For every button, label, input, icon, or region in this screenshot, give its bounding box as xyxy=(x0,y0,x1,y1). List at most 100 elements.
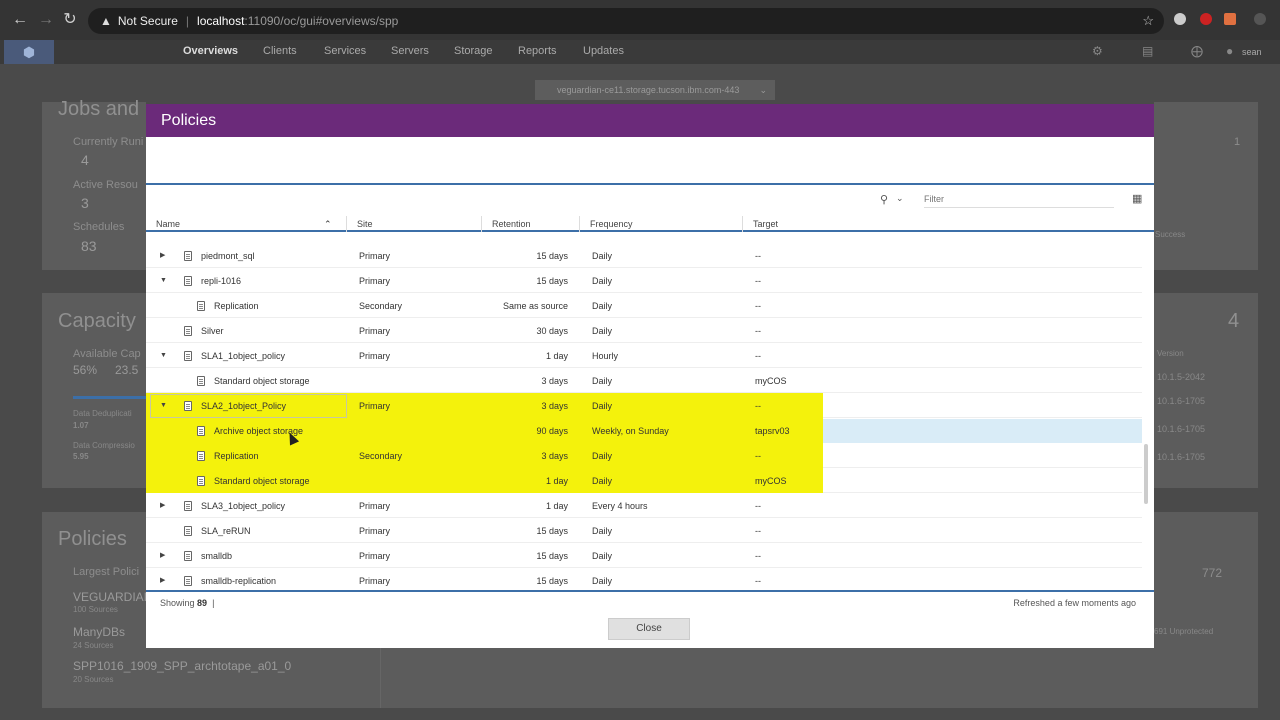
nav-updates[interactable]: Updates xyxy=(583,45,624,57)
available-value: 23.5 xyxy=(115,363,139,377)
extension-icon[interactable] xyxy=(1224,13,1236,25)
table-row[interactable]: ▶ smalldb-replication Primary 15 days Daily -… xyxy=(146,569,1142,590)
expand-icon[interactable]: ▶ xyxy=(160,569,165,590)
filter-input[interactable] xyxy=(924,190,1114,208)
nav-storage[interactable]: Storage xyxy=(454,45,493,57)
cell-retention: 15 days xyxy=(536,276,568,286)
policy-sources: 20 Sources xyxy=(73,675,114,684)
server-select[interactable]: veguardian-ce11.storage.tucson.ibm.com-4… xyxy=(535,80,775,100)
expand-icon[interactable]: ▶ xyxy=(160,494,165,518)
cell-site: Secondary xyxy=(359,451,403,461)
cell-target: -- xyxy=(755,576,761,586)
policies-title: Policies xyxy=(58,528,127,550)
column-header-frequency[interactable]: Frequency xyxy=(580,216,743,232)
card-divider xyxy=(380,647,381,708)
cell-name: SLA2_1object_Policy xyxy=(201,401,287,411)
app-logo-icon[interactable]: ⬢ xyxy=(4,40,54,64)
profile-icon[interactable] xyxy=(1254,13,1266,25)
cell-target: -- xyxy=(755,451,761,461)
column-header-site[interactable]: Site xyxy=(347,216,482,232)
policies-table-body: ▶ piedmont_sql Primary 15 days Daily -- ▼ repli… xyxy=(146,232,1146,590)
collapse-icon[interactable]: ▼ xyxy=(160,344,167,368)
cell-retention: 15 days xyxy=(536,576,568,586)
policies-modal: Policies ⚲ ⌄ ▦ Name ⌃ Site Retention Freq… xyxy=(146,104,1154,648)
extension-icon[interactable] xyxy=(1174,13,1186,25)
cell-retention: 1 day xyxy=(545,476,568,486)
cell-retention: 15 days xyxy=(536,551,568,561)
search-icon[interactable]: ⚲ xyxy=(880,193,888,206)
table-row[interactable]: Replication Secondary 3 days Daily -- xyxy=(146,443,1142,468)
cell-retention: 1 day xyxy=(545,501,568,511)
cell-frequency: Daily xyxy=(592,301,613,311)
cell-frequency: Every 4 hours xyxy=(592,501,648,511)
column-settings-icon[interactable]: ▦ xyxy=(1132,192,1142,205)
settings-gear-icon[interactable]: ⚙ xyxy=(1092,44,1103,58)
version-label: Version xyxy=(1157,349,1184,358)
nav-services[interactable]: Services xyxy=(324,45,366,57)
table-row[interactable]: Standard object storage 3 days Daily myCOS xyxy=(146,369,1142,393)
back-icon[interactable]: ← xyxy=(10,10,30,30)
cell-frequency: Daily xyxy=(592,451,613,461)
cell-target: -- xyxy=(755,326,761,336)
cell-name: Silver xyxy=(201,326,224,336)
cell-retention: 15 days xyxy=(536,526,568,536)
nav-overviews[interactable]: Overviews xyxy=(183,45,238,57)
table-row[interactable]: ▼ SLA1_1object_policy Primary 1 day Hourly -- xyxy=(146,344,1142,368)
sort-ascending-icon[interactable]: ⌃ xyxy=(324,216,332,232)
table-row[interactable]: ▶ SLA3_1object_policy Primary 1 day Every 4 … xyxy=(146,494,1142,518)
policy-document-icon xyxy=(197,451,205,461)
modal-title: Policies xyxy=(146,104,1154,137)
cell-target: -- xyxy=(755,301,761,311)
cell-name: Standard object storage xyxy=(214,476,310,486)
total-count: 772 xyxy=(1202,566,1223,580)
policy-document-icon xyxy=(184,351,192,361)
cell-name: Replication xyxy=(214,451,259,461)
collapse-icon[interactable]: ▼ xyxy=(160,269,167,293)
server-select-value: veguardian-ce11.storage.tucson.ibm.com-4… xyxy=(557,85,740,95)
forward-icon[interactable]: → xyxy=(36,10,56,30)
jobs-count: 1 xyxy=(1234,136,1241,148)
table-row[interactable]: Silver Primary 30 days Daily -- xyxy=(146,319,1142,343)
table-row[interactable]: Replication Secondary Same as source Daily -… xyxy=(146,294,1142,318)
policy-name: VEGUARDIAI xyxy=(73,590,148,604)
user-icon[interactable]: ● xyxy=(1226,44,1233,58)
collapse-icon[interactable]: ▼ xyxy=(160,394,167,418)
column-header-name[interactable]: Name ⌃ xyxy=(146,216,347,232)
cell-retention: 3 days xyxy=(541,451,568,461)
expand-icon[interactable]: ▶ xyxy=(160,544,165,568)
refreshed-status: Refreshed a few moments ago xyxy=(1013,598,1136,608)
column-header-target[interactable]: Target xyxy=(743,216,1143,232)
cell-name: SLA3_1object_policy xyxy=(201,501,286,511)
close-button[interactable]: Close xyxy=(608,618,690,640)
nav-reports[interactable]: Reports xyxy=(518,45,557,57)
reload-icon[interactable]: ↻ xyxy=(60,10,80,30)
nav-servers[interactable]: Servers xyxy=(391,45,429,57)
scrollbar[interactable] xyxy=(1144,444,1148,504)
cell-name: repli-1016 xyxy=(201,276,242,286)
bookmark-star-icon[interactable]: ☆ xyxy=(1142,8,1154,34)
user-name[interactable]: sean xyxy=(1242,47,1262,57)
currently-running-value: 4 xyxy=(81,152,89,168)
schedules-label: Schedules xyxy=(73,221,125,233)
column-header-label: Name xyxy=(156,219,181,229)
chevron-down-icon[interactable]: ⌄ xyxy=(896,193,904,204)
document-icon[interactable]: ▤ xyxy=(1142,44,1153,58)
active-resources-label: Active Resou xyxy=(73,179,138,191)
table-header: Name ⌃ Site Retention Frequency Target xyxy=(146,216,1154,232)
expand-icon[interactable]: ▶ xyxy=(160,244,165,268)
table-row[interactable]: ▼ SLA2_1object_Policy Primary 3 days Daily -- xyxy=(146,393,1142,418)
nav-clients[interactable]: Clients xyxy=(263,45,297,57)
table-row[interactable]: ▶ piedmont_sql Primary 15 days Daily -- xyxy=(146,244,1142,268)
column-header-retention[interactable]: Retention xyxy=(482,216,580,232)
extension-icon[interactable] xyxy=(1200,13,1212,25)
help-icon[interactable]: ⨁ xyxy=(1191,44,1203,58)
address-bar[interactable]: ▲ Not Secure | localhost:11090/oc/gui#overv… xyxy=(88,8,1164,34)
table-row[interactable]: ▼ repli-1016 Primary 15 days Daily -- xyxy=(146,269,1142,293)
policy-document-icon xyxy=(197,476,205,486)
table-row[interactable]: Standard object storage 1 day Daily myCOS xyxy=(146,468,1142,493)
table-row[interactable]: SLA_reRUN Primary 15 days Daily -- xyxy=(146,519,1142,543)
cell-name: smalldb xyxy=(201,551,233,561)
table-row[interactable]: ▶ smalldb Primary 15 days Daily -- xyxy=(146,544,1142,568)
cell-frequency: Daily xyxy=(592,401,613,411)
cell-retention: 1 day xyxy=(545,351,568,361)
